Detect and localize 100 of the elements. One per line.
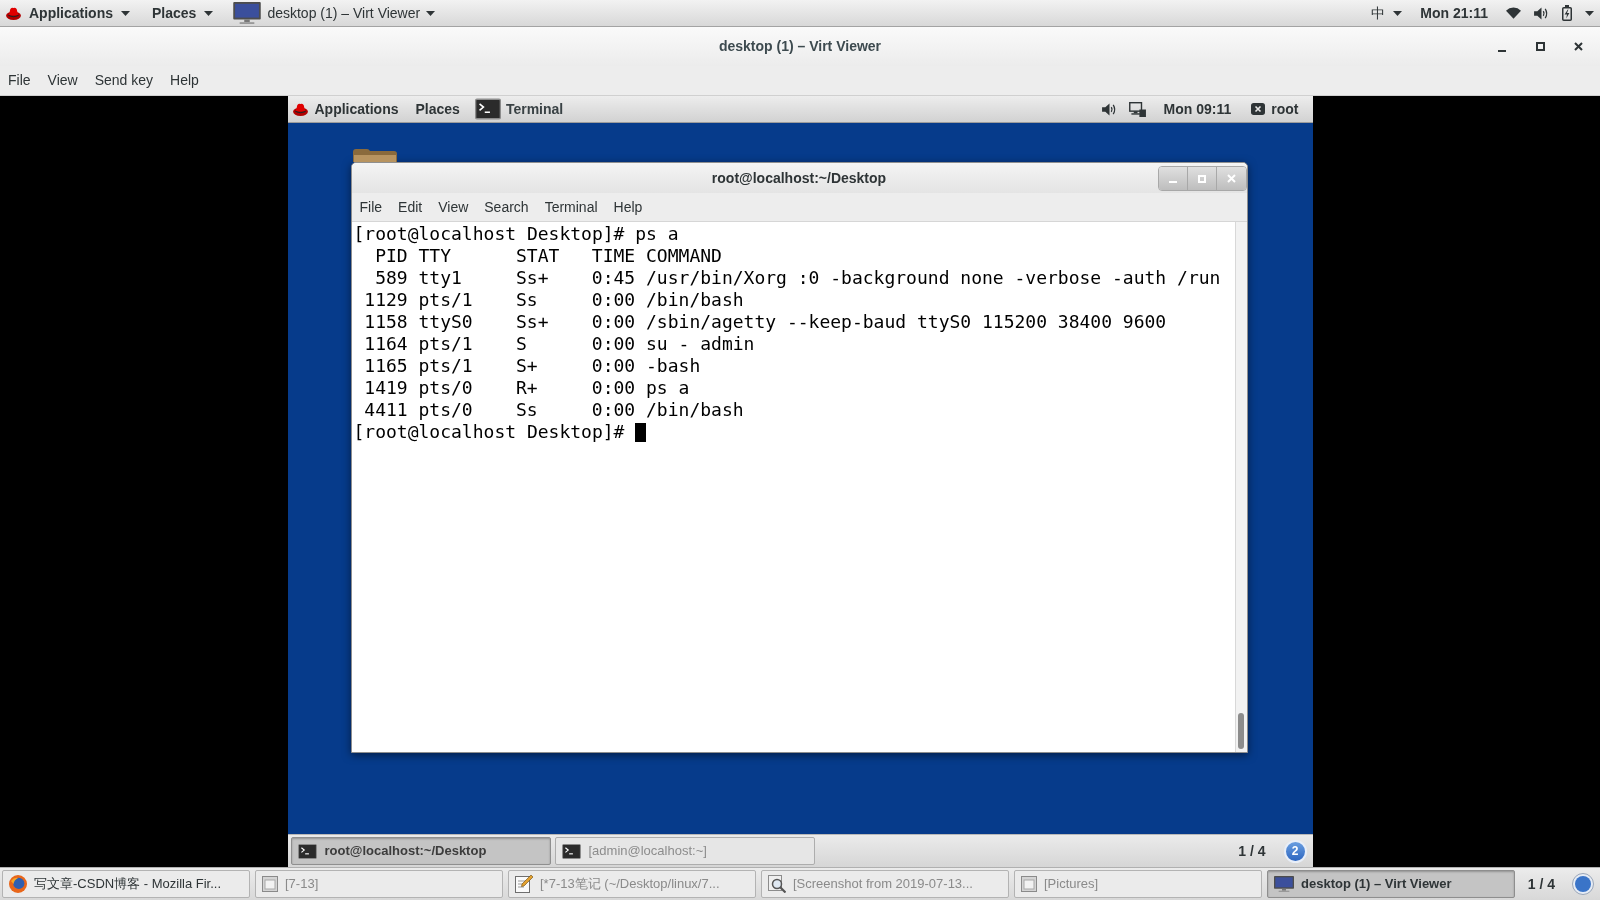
input-method-menu[interactable]: 中 (1363, 0, 1411, 26)
table-cell: pts/1 (418, 355, 473, 377)
clock[interactable]: Mon 09:11 (1153, 96, 1242, 122)
notepad-pencil-icon (515, 875, 533, 893)
table-cell: pts/1 (418, 333, 473, 355)
menu-item[interactable]: Help (170, 70, 199, 91)
taskbar-item[interactable]: root@localhost:~/Desktop (290, 837, 551, 865)
logo-icon (6, 6, 21, 20)
table-cell: 1165 (364, 355, 408, 377)
table-cell: /usr/bin/Xorg :0 -background none -verbose -auth /run (646, 267, 1221, 289)
table-cell: pts/0 (418, 377, 473, 399)
taskbar-item[interactable]: 写文章-CSDN博客 - Mozilla Fir... (2, 870, 250, 898)
table-cell: pts/0 (418, 399, 473, 421)
table-cell: su - admin (646, 333, 755, 355)
user-menu[interactable]: root (1241, 96, 1313, 122)
table-cell: Ss+ (516, 311, 549, 333)
workspace-icon (1572, 873, 1594, 895)
table-cell: Ss (516, 289, 538, 311)
menu-item[interactable]: Search (484, 196, 529, 218)
magnifier-icon (768, 875, 786, 893)
crossed-box-icon (1251, 103, 1266, 115)
places-menu[interactable]: Places (140, 0, 226, 26)
window-icon (262, 876, 278, 892)
table-cell: 0:00 (591, 289, 636, 311)
app-menu[interactable]: Terminal (468, 96, 572, 122)
places-menu[interactable]: Places (406, 96, 469, 122)
folder-icon (352, 148, 397, 162)
window-menu[interactable]: desktop (1) – Virt Viewer (225, 0, 444, 26)
monitor-icon (1274, 876, 1294, 892)
maximize-icon (1197, 174, 1206, 183)
table-cell: 589 (375, 267, 408, 289)
table-cell: Ss (516, 399, 538, 421)
menu-item[interactable]: Edit (398, 196, 423, 218)
table-cell: Ss+ (516, 267, 549, 289)
menu-item[interactable]: View (47, 70, 78, 91)
caret-icon (121, 10, 130, 16)
terminal-icon (474, 98, 501, 120)
applications-menu[interactable]: Applications (0, 0, 140, 26)
caret-icon (426, 10, 436, 16)
close-icon (1226, 174, 1236, 183)
menu-item[interactable]: Terminal (544, 196, 598, 218)
scrollbar-thumb[interactable] (1238, 713, 1244, 749)
column-header: STAT (516, 245, 560, 267)
table-cell: 0:00 (591, 355, 636, 377)
table-cell: 0:00 (591, 399, 636, 421)
table-cell: /bin/bash (646, 289, 744, 311)
clock[interactable]: Mon 21:11 (1410, 0, 1498, 26)
column-header: PID (375, 245, 408, 267)
menu-item[interactable]: Help (613, 196, 643, 218)
table-cell: 1158 (364, 311, 408, 333)
window-icon (1021, 876, 1037, 892)
table-cell: 1129 (364, 289, 408, 311)
terminal-icon (297, 843, 317, 859)
speaker-icon (1534, 6, 1549, 20)
table-cell: -bash (646, 355, 701, 377)
workspace-label: 1 / 4 (1527, 874, 1556, 894)
globe-icon (9, 875, 27, 893)
table-cell: R+ (516, 377, 538, 399)
wifi-icon (1506, 7, 1521, 19)
window-title: desktop (1) – Virt Viewer (718, 37, 882, 56)
table-cell: ttyS0 (418, 311, 473, 333)
column-header: TTY (418, 245, 451, 267)
table-cell: 0:00 (591, 333, 636, 355)
table-cell: /bin/bash (646, 399, 744, 421)
table-cell: 0:45 (591, 267, 636, 289)
workspace-button[interactable]: 2 (1283, 839, 1307, 863)
maximize-icon (1535, 42, 1545, 51)
minimize-icon (1498, 49, 1506, 52)
computer-icon (1128, 101, 1146, 117)
shell-prompt: [root@localhost Desktop]# (353, 421, 625, 443)
terminal-icon (561, 843, 581, 859)
caret-icon (204, 10, 214, 16)
table-cell: ps a (646, 377, 690, 399)
minimize-icon (1168, 181, 1177, 183)
table-cell: 4411 (364, 399, 408, 421)
logo-icon (292, 102, 308, 116)
table-cell: 0:00 (591, 377, 636, 399)
menu-item[interactable]: File (8, 70, 31, 91)
column-header: COMMAND (646, 245, 722, 267)
table-cell: S+ (516, 355, 538, 377)
table-cell: pts/1 (418, 289, 473, 311)
battery-icon (1562, 5, 1572, 21)
command-line: [root@localhost Desktop]# ps a (353, 223, 679, 244)
taskbar-item[interactable]: desktop (1) – Virt Viewer (1267, 870, 1515, 898)
workspace-label: 1 / 4 (1238, 841, 1267, 861)
window-title: root@localhost:~/Desktop (711, 168, 887, 188)
menu-item[interactable]: Send key (94, 70, 154, 91)
caret-icon (1585, 10, 1594, 16)
caret-icon (1393, 10, 1403, 16)
menu-item[interactable]: View (438, 196, 469, 218)
menu-item[interactable]: File (359, 196, 383, 218)
table-cell: S (516, 333, 527, 355)
table-cell: tty1 (418, 267, 462, 289)
table-cell: 0:00 (591, 311, 636, 333)
speaker-icon (1101, 102, 1117, 116)
column-header: TIME (591, 245, 636, 267)
table-cell: 1419 (364, 377, 408, 399)
close-icon (1573, 42, 1583, 51)
applications-menu[interactable]: Applications (287, 96, 407, 122)
table-cell: /sbin/agetty --keep-baud ttyS0 115200 38400 9600 (646, 311, 1167, 333)
